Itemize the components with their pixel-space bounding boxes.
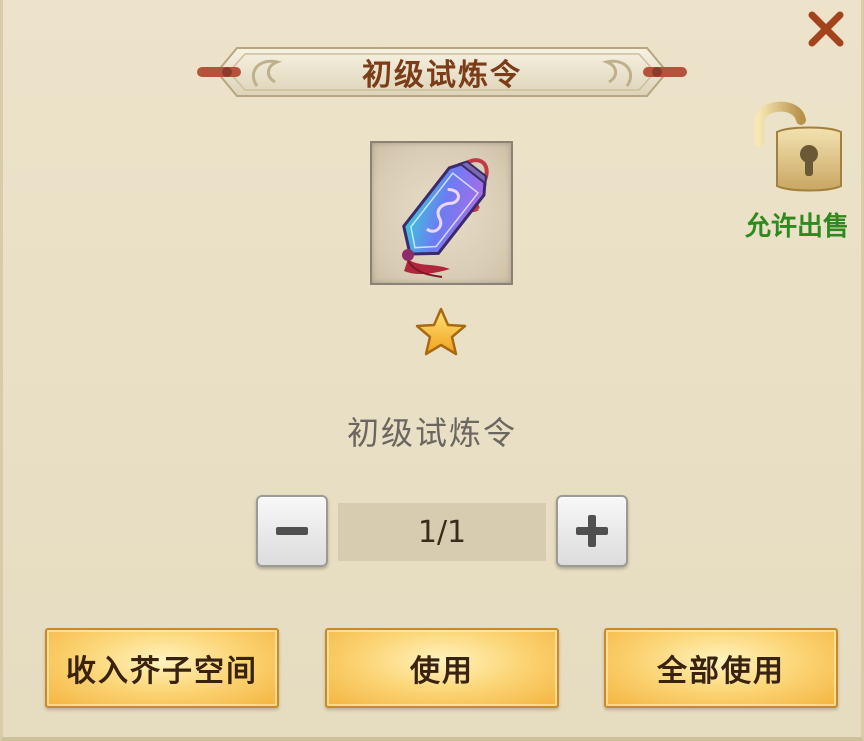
plus-icon	[576, 515, 608, 547]
dialog-title: 初级试炼令	[362, 58, 522, 93]
trial-token-icon	[402, 158, 489, 278]
use-all-button[interactable]: 全部使用	[604, 628, 838, 708]
store-in-space-button[interactable]: 收入芥子空间	[45, 628, 279, 708]
sell-status-indicator: 允许出售	[745, 96, 850, 243]
use-button[interactable]: 使用	[325, 628, 559, 708]
close-button[interactable]	[805, 8, 847, 50]
quantity-display: 1/1	[338, 503, 546, 561]
sell-status-label: 允许出售	[745, 212, 850, 242]
star-icon	[415, 307, 467, 356]
item-quality-star	[413, 306, 469, 360]
decrease-quantity-button[interactable]	[256, 495, 328, 567]
item-name: 初级试炼令	[346, 414, 517, 452]
minus-icon	[276, 527, 308, 535]
increase-quantity-button[interactable]	[556, 495, 628, 567]
close-icon	[808, 11, 844, 47]
item-icon-slot	[370, 141, 513, 285]
item-use-dialog: 初级试炼令 允许出售 初级试炼令 1/1 收入芥子空间 使用 全部使用	[0, 0, 864, 741]
unlocked-padlock-icon	[754, 101, 842, 192]
title-banner: 初级试炼令	[197, 42, 687, 102]
